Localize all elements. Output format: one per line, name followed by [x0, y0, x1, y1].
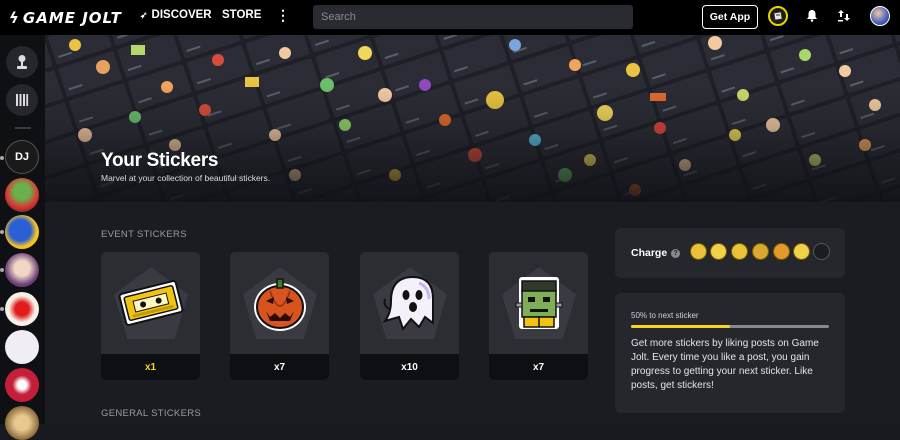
ghost-icon — [381, 275, 434, 332]
sticker-card-frankenstein[interactable]: x7 — [489, 252, 588, 380]
progress-label: 50% to next sticker — [631, 311, 699, 320]
sticker-count-text: x7 — [532, 361, 545, 373]
unread-dot — [0, 230, 4, 234]
sticker-card-ghost[interactable]: x10 — [360, 252, 459, 380]
get-app-button[interactable]: Get App — [702, 5, 758, 29]
sidebar-divider — [15, 127, 31, 129]
progress-bar-fill — [631, 325, 730, 328]
charge-orb-filled — [710, 243, 727, 260]
discover-label: DISCOVER — [151, 9, 212, 21]
progress-bar — [631, 325, 829, 328]
sticker-count: x1 — [101, 354, 200, 380]
sticker-count-text: x7 — [273, 361, 286, 373]
sticker-info-text: Get more stickers by liking posts on Gam… — [631, 338, 819, 391]
charge-orb-filled — [793, 243, 810, 260]
charge-orb-empty — [813, 243, 830, 260]
unread-dot — [0, 268, 4, 272]
search-input[interactable] — [313, 5, 633, 29]
frankenstein-icon — [515, 277, 562, 329]
stickers-banner: Your Stickers Marvel at your collection … — [45, 35, 900, 202]
event-stickers-heading: EVENT STICKERS — [101, 229, 187, 240]
progress-panel: 50% to next sticker Get more stickers by… — [615, 293, 845, 413]
community-4[interactable] — [5, 253, 39, 287]
sticker-art — [230, 252, 329, 354]
sticker-count: x7 — [489, 354, 588, 380]
charge-orb-filled — [690, 243, 707, 260]
sticker-icon — [773, 11, 783, 21]
rocket-icon: ➶ — [140, 9, 148, 20]
left-sidebar: DJ — [0, 35, 45, 440]
bolt-icon: ϟ — [9, 8, 20, 27]
more-menu-icon[interactable]: ⋮ — [276, 7, 290, 24]
general-stickers-heading: GENERAL STICKERS — [101, 408, 201, 419]
community-5[interactable] — [5, 292, 39, 326]
sticker-charge-icon[interactable] — [768, 6, 788, 26]
user-avatar[interactable] — [870, 6, 890, 26]
community-8[interactable] — [5, 406, 39, 440]
sticker-card-vhs[interactable]: x1 — [101, 252, 200, 380]
page-subtitle: Marvel at your collection of beautiful s… — [101, 173, 271, 183]
charge-orb-filled — [773, 243, 790, 260]
unread-dot — [0, 307, 4, 311]
sticker-card-pumpkin[interactable]: x7 — [230, 252, 329, 380]
notifications-bell-icon[interactable] — [806, 9, 818, 25]
community-transformers[interactable] — [5, 368, 39, 402]
sticker-count: x7 — [230, 354, 329, 380]
top-navbar: ϟ GAME JOLT ➶ DISCOVER STORE ⋮ Get App — [0, 0, 900, 35]
charge-panel: Charge ? — [615, 228, 845, 278]
jack-o-lantern-icon — [253, 278, 306, 331]
community-sonic[interactable] — [5, 215, 39, 249]
charge-label: Charge ? — [631, 247, 681, 259]
charge-label-text: Charge — [631, 247, 668, 259]
community-6[interactable] — [5, 330, 39, 364]
community-dj[interactable]: DJ — [5, 140, 39, 174]
sticker-count-text: x1 — [144, 361, 157, 373]
main-content: EVENT STICKERS x1 x7 x10 x7 GENERAL STIC… — [45, 202, 900, 424]
logo-text: GAME JOLT — [22, 8, 122, 27]
sticker-count: x10 — [360, 354, 459, 380]
activity-feed-icon[interactable] — [837, 9, 851, 25]
library-icon[interactable] — [6, 84, 38, 116]
unread-dot — [0, 156, 4, 160]
store-link[interactable]: STORE — [222, 9, 261, 21]
game-jolt-logo[interactable]: ϟ GAME JOLT — [9, 8, 122, 27]
discover-link[interactable]: ➶ DISCOVER — [140, 9, 212, 21]
page-title: Your Stickers — [101, 150, 219, 171]
community-2[interactable] — [5, 178, 39, 212]
sticker-count-text: x10 — [401, 361, 418, 373]
joystick-icon[interactable] — [6, 46, 38, 78]
sticker-art — [360, 252, 459, 354]
sticker-art — [489, 252, 588, 354]
help-icon[interactable]: ? — [671, 248, 681, 258]
sticker-art — [101, 252, 200, 354]
charge-orb-filled — [731, 243, 748, 260]
charge-orb-filled — [752, 243, 769, 260]
vhs-tape-icon — [118, 280, 183, 326]
